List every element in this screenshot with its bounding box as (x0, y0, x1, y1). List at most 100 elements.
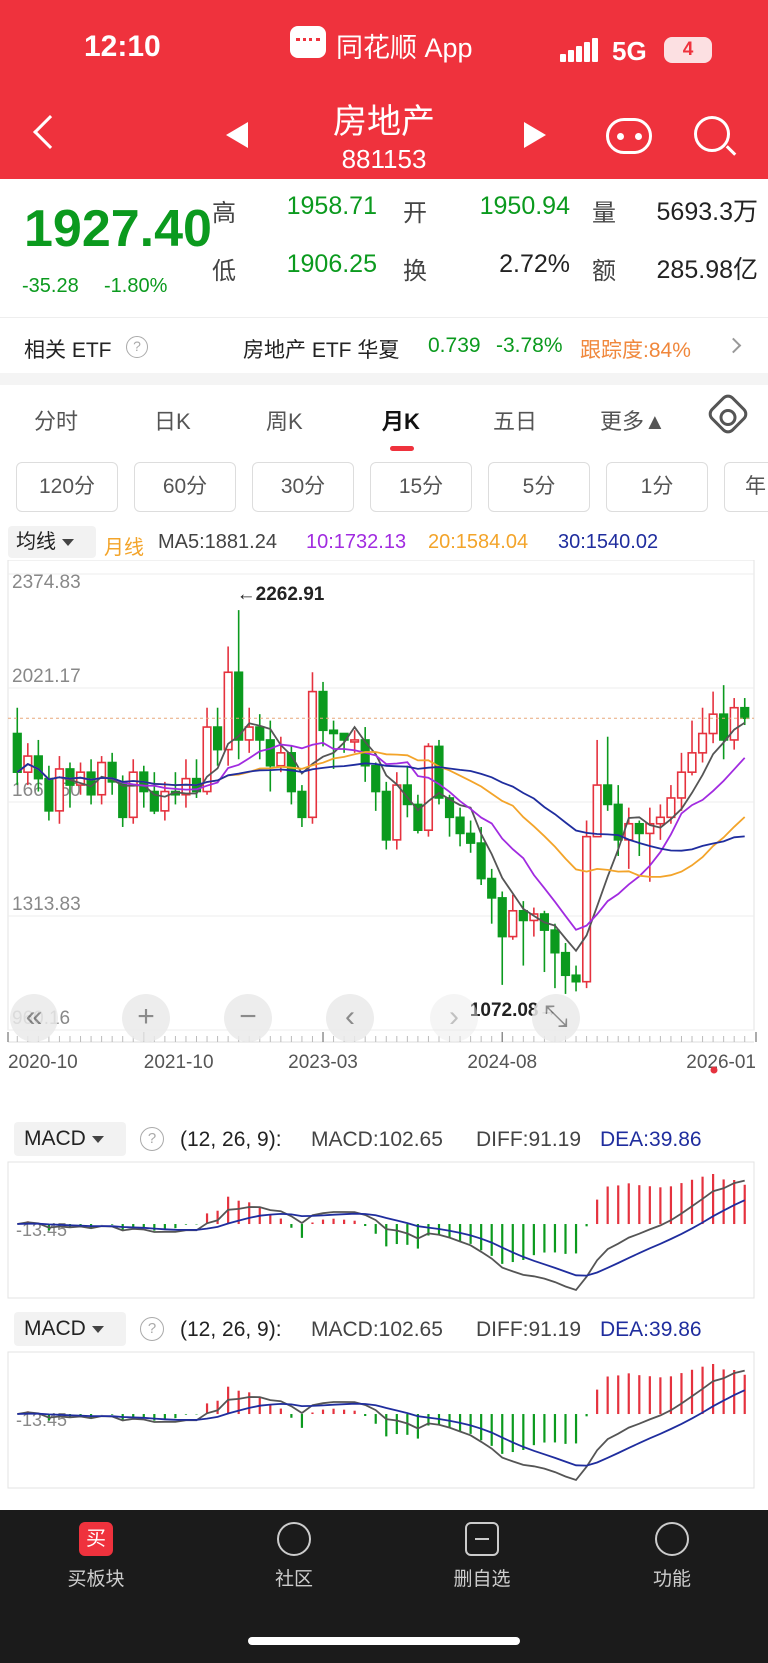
tab-monthly-k[interactable]: 月K (382, 404, 420, 436)
zoom-in-control[interactable]: + (122, 994, 170, 1042)
zoom-out-control[interactable]: − (224, 994, 272, 1042)
chevron-right-icon: › (449, 1000, 459, 1033)
chevron-right-icon[interactable] (725, 337, 742, 354)
next-sector-icon[interactable] (524, 122, 546, 148)
candle-body (223, 671, 233, 751)
nav-label: 删自选 (453, 1569, 511, 1590)
latest-marker-dot (710, 1066, 718, 1074)
plus-icon: + (137, 1000, 155, 1033)
period-year[interactable]: 年 (724, 462, 768, 512)
sector-title: 房地产 (333, 103, 435, 141)
macd-chart-1[interactable]: -13.45 (0, 1160, 768, 1300)
macd-select-1[interactable]: MACD (14, 1122, 126, 1156)
etf-help-icon[interactable]: ? (126, 336, 148, 358)
candle-body (423, 745, 434, 832)
candle-body (371, 764, 381, 793)
fullscreen-control[interactable]: ⤡ (532, 994, 580, 1042)
candle-body (560, 951, 571, 977)
period-60min[interactable]: 60分 (134, 462, 236, 512)
nav-label: 功能 (652, 1569, 691, 1590)
period-120min[interactable]: 120分 (16, 462, 118, 512)
tab-more[interactable]: 更多▲ (600, 404, 666, 436)
candle-body (128, 771, 138, 819)
ma-legend: 均线 月线 MA5:1881.24 10:1732.13 20:1584.04 … (0, 526, 768, 560)
nav-community[interactable]: 社区 (234, 1522, 354, 1591)
tab-five-day[interactable]: 五日 (493, 404, 537, 436)
search-icon[interactable] (694, 116, 730, 152)
turnover-value: 2.72% (499, 250, 570, 278)
tab-intraday[interactable]: 分时 (34, 404, 78, 436)
home-indicator (248, 1637, 520, 1645)
status-time: 12:10 (84, 30, 161, 63)
candle-body (497, 897, 507, 938)
etf-name: 房地产 ETF 华夏 (243, 339, 400, 362)
x-tick-label: 2020-10 (8, 1052, 78, 1073)
macd-select-label: MACD (24, 1317, 86, 1340)
period-5min[interactable]: 5分 (488, 462, 590, 512)
dea-value: DEA:39.86 (600, 1128, 702, 1151)
battery-icon: 4 (664, 37, 712, 63)
price-change-pct: -1.80% (104, 275, 168, 297)
candle-body (603, 784, 613, 806)
scroll-left-control[interactable]: « (10, 994, 58, 1042)
community-star-icon (277, 1522, 311, 1556)
next-control[interactable]: › (430, 994, 478, 1042)
macd-help-icon[interactable]: ? (140, 1127, 164, 1151)
etf-price: 0.739 (428, 334, 481, 357)
candle-body (318, 690, 328, 732)
diff-line (17, 1369, 745, 1482)
candle-body (265, 739, 275, 767)
nav-remove-watchlist[interactable]: 删自选 (422, 1522, 542, 1591)
low-value: 1906.25 (286, 250, 377, 278)
candle-body (234, 671, 244, 741)
remove-watchlist-icon (465, 1522, 499, 1556)
candle-body (297, 790, 307, 819)
macd-chart-2[interactable]: -13.45 (0, 1350, 768, 1490)
high-value: 1958.71 (286, 192, 377, 220)
x-tick-label: 2024-08 (467, 1052, 537, 1073)
nav-buy-sector[interactable]: 买 买板块 (36, 1522, 156, 1591)
macd-help-icon[interactable]: ? (140, 1317, 164, 1341)
divider (0, 373, 768, 385)
x-tick-label: 2023-03 (288, 1052, 358, 1073)
candle-body (708, 713, 718, 735)
quote-panel: 1927.40 -35.28 -1.80% 高 1958.71 开 1950.9… (0, 179, 768, 317)
candle-body (44, 777, 54, 812)
expand-icon: ⤡ (544, 1000, 568, 1033)
dea-line (17, 1199, 746, 1277)
candle-body (476, 842, 486, 880)
ma30-value: 30:1540.02 (558, 531, 659, 553)
candle-body (508, 909, 518, 938)
nav-functions[interactable]: 功能 (612, 1522, 732, 1591)
caret-down-icon (91, 1325, 104, 1333)
robot-assistant-icon[interactable] (606, 118, 652, 154)
caret-down-icon (91, 1135, 104, 1143)
dea-value: DEA:39.86 (600, 1318, 702, 1341)
signal-icon (560, 36, 600, 62)
tab-daily-k[interactable]: 日K (154, 404, 191, 436)
previous-control[interactable]: ‹ (326, 994, 374, 1042)
candle-body (487, 877, 497, 899)
y-tick-label: 1313.83 (12, 894, 81, 915)
period-15min[interactable]: 15分 (370, 462, 472, 512)
macd-select-2[interactable]: MACD (14, 1312, 126, 1346)
ma-type: 月线 (104, 537, 144, 559)
period-1min[interactable]: 1分 (606, 462, 708, 512)
ma-select[interactable]: 均线 (8, 526, 96, 558)
tab-weekly-k[interactable]: 周K (266, 404, 303, 436)
macd-params: (12, 26, 9): (180, 1128, 282, 1151)
x-tick-label: 2026-01 (686, 1052, 756, 1073)
candle-body (655, 816, 665, 825)
macd-value: MACD:102.65 (311, 1318, 443, 1341)
nav-label: 买板块 (67, 1569, 125, 1590)
diff-line (17, 1179, 745, 1292)
related-etf-row[interactable]: 相关 ETF ? 房地产 ETF 华夏 0.739 -3.78% 跟踪度:84% (0, 317, 768, 373)
y-tick-label: 2021.17 (12, 666, 81, 687)
x-tick-label: 2021-10 (144, 1052, 214, 1073)
candle-body (434, 745, 444, 799)
chart-settings-icon[interactable] (705, 391, 751, 437)
candle-body (740, 706, 750, 720)
volume-value: 5693.3万 (656, 198, 758, 226)
kline-chart[interactable]: 2374.832021.171667.501313.83960.16←2262.… (0, 560, 768, 1120)
period-30min[interactable]: 30分 (252, 462, 354, 512)
